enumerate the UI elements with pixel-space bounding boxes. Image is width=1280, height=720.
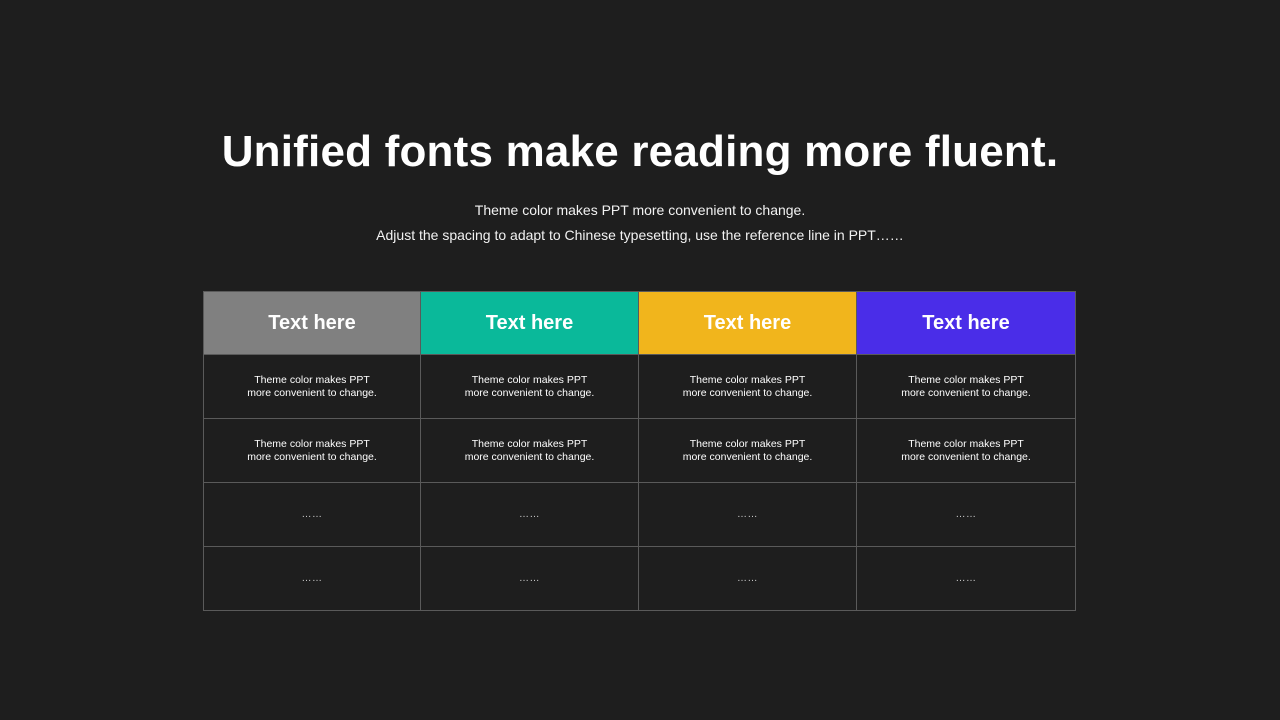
- table-cell: ……: [203, 547, 421, 611]
- table-cell: ……: [421, 547, 639, 611]
- table-cell: Theme color makes PPT more convenient to…: [857, 355, 1076, 419]
- table-cell: ……: [639, 547, 857, 611]
- subtitle-line-2: Adjust the spacing to adapt to Chinese t…: [376, 227, 904, 243]
- table-cell: Theme color makes PPT more convenient to…: [639, 355, 857, 419]
- comparison-table: Text here Text here Text here Text here …: [203, 291, 1076, 611]
- table-header-2: Text here: [421, 291, 639, 355]
- table-cell: ……: [203, 483, 421, 547]
- table-cell: ……: [857, 483, 1076, 547]
- table-header-1: Text here: [203, 291, 421, 355]
- table-header-3: Text here: [639, 291, 857, 355]
- table-cell: ……: [857, 547, 1076, 611]
- subtitle-line-1: Theme color makes PPT more convenient to…: [474, 202, 806, 218]
- table-cell: Theme color makes PPT more convenient to…: [421, 419, 639, 483]
- slide-title: Unified fonts make reading more fluent.: [221, 127, 1059, 176]
- table-cell: Theme color makes PPT more convenient to…: [639, 419, 857, 483]
- table-cell: Theme color makes PPT more convenient to…: [203, 355, 421, 419]
- table-cell: ……: [639, 483, 857, 547]
- table-cell: Theme color makes PPT more convenient to…: [421, 355, 639, 419]
- table-cell: Theme color makes PPT more convenient to…: [203, 419, 421, 483]
- table-cell: Theme color makes PPT more convenient to…: [857, 419, 1076, 483]
- table-cell: ……: [421, 483, 639, 547]
- table-header-4: Text here: [857, 291, 1076, 355]
